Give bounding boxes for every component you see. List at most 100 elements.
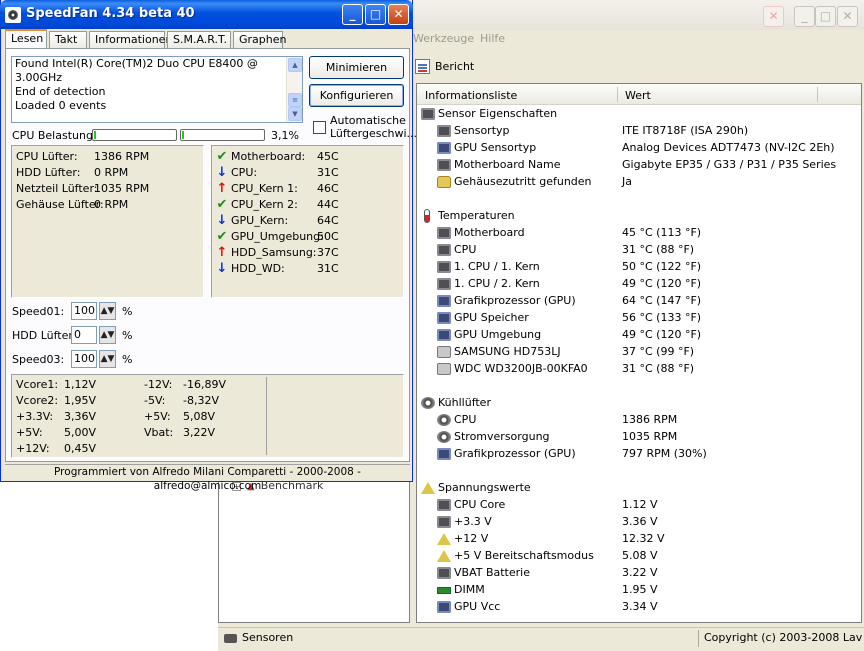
- temp-value: 50C: [317, 230, 339, 243]
- tab-graphen[interactable]: Graphen: [233, 31, 286, 48]
- voltage-label: Vcore2:: [16, 394, 59, 407]
- column-header-value[interactable]: Wert: [625, 89, 651, 102]
- tab-takt[interactable]: Takt: [49, 31, 87, 48]
- minimize-app-button[interactable]: Minimieren: [309, 56, 404, 79]
- configure-button[interactable]: Konfigurieren: [309, 84, 404, 107]
- tab-informationen[interactable]: Informationen: [89, 31, 172, 48]
- arrow-up-icon: ↑: [216, 181, 228, 196]
- chip-icon: [421, 108, 435, 120]
- speed03-label: Speed03:: [12, 353, 65, 366]
- info-row[interactable]: Gehäusezutritt gefunden Ja: [437, 174, 854, 190]
- info-row[interactable]: VBAT Batterie 3.22 V: [437, 565, 854, 581]
- cpu-core2-fill: [182, 131, 184, 139]
- maximize-button[interactable]: □: [365, 4, 386, 25]
- log-line: Loaded 0 events: [15, 99, 107, 112]
- minimize-button[interactable]: _: [342, 4, 363, 25]
- speed01-input[interactable]: 100: [71, 302, 97, 320]
- scroll-thumb[interactable]: ≡: [288, 93, 302, 107]
- info-row[interactable]: +3.3 V 3.36 V: [437, 514, 854, 530]
- info-label: Grafikprozessor (GPU): [454, 294, 576, 307]
- fan-label: Netzteil Lüfter:: [16, 182, 98, 195]
- column-divider[interactable]: [617, 87, 618, 102]
- report-button[interactable]: Bericht: [415, 58, 474, 76]
- scroll-up-icon[interactable]: ▲: [288, 58, 302, 72]
- info-row[interactable]: Grafikprozessor (GPU) 64 °C (147 °F): [437, 293, 854, 309]
- temp-label: CPU_Kern 1:: [231, 182, 298, 195]
- background-close-button[interactable]: ✕: [763, 6, 784, 27]
- voltage-icon: [437, 550, 451, 562]
- voltage-label: +3.3V:: [16, 410, 54, 423]
- info-row[interactable]: GPU Speicher 56 °C (133 °F): [437, 310, 854, 326]
- info-row[interactable]: 1. CPU / 2. Kern 49 °C (120 °F): [437, 276, 854, 292]
- group-title: Temperaturen: [438, 209, 515, 222]
- info-row[interactable]: DIMM 1.95 V: [437, 582, 854, 598]
- close-button[interactable]: ✕: [388, 4, 409, 25]
- speed03-spinner[interactable]: ▲▼: [99, 350, 116, 368]
- cpu-core2-bar: [180, 129, 265, 141]
- temp-label: HDD_WD:: [231, 262, 285, 275]
- speed03-input[interactable]: 100: [71, 350, 97, 368]
- checkmark-icon: ✔: [216, 229, 228, 244]
- background-minimize-button[interactable]: _: [794, 6, 815, 27]
- tab-smart[interactable]: S.M.A.R.T.: [167, 31, 231, 48]
- info-value: Ja: [622, 175, 632, 188]
- hdd-fan-spinner[interactable]: ▲▼: [99, 326, 116, 344]
- info-row[interactable]: +5 V Bereitschaftsmodus 5.08 V: [437, 548, 854, 564]
- chip-icon: [437, 567, 451, 579]
- speed01-spinner[interactable]: ▲▼: [99, 302, 116, 320]
- info-row[interactable]: GPU Sensortyp Analog Devices ADT7473 (NV-…: [437, 140, 854, 156]
- voltage-value: 3,36V: [64, 410, 97, 423]
- info-row[interactable]: Motherboard Name Gigabyte EP35 / G33 / P3…: [437, 157, 854, 173]
- chip-icon: [437, 499, 451, 511]
- speedfan-title-bar[interactable]: SpeedFan 4.34 beta 40 _ □ ✕: [0, 0, 413, 29]
- background-maximize-button[interactable]: □: [815, 6, 836, 27]
- voltage-label: +5V:: [16, 426, 43, 439]
- info-row[interactable]: GPU Umgebung 49 °C (120 °F): [437, 327, 854, 343]
- info-row[interactable]: CPU 31 °C (88 °F): [437, 242, 854, 258]
- hdd-fan-input[interactable]: 0: [71, 326, 97, 344]
- voltage-value: -8,32V: [183, 394, 219, 407]
- event-log[interactable]: Found Intel(R) Core(TM)2 Duo CPU E8400 @…: [11, 56, 303, 123]
- info-row[interactable]: 1. CPU / 1. Kern 50 °C (122 °F): [437, 259, 854, 275]
- info-label: CPU: [454, 413, 477, 426]
- info-row[interactable]: SAMSUNG HD753LJ 37 °C (99 °F): [437, 344, 854, 360]
- info-row[interactable]: Stromversorgung 1035 RPM: [437, 429, 854, 445]
- info-row[interactable]: Grafikprozessor (GPU) 797 RPM (30%): [437, 446, 854, 462]
- info-label: +3.3 V: [454, 515, 492, 528]
- voltage-label: +5V:: [144, 410, 171, 423]
- info-row[interactable]: WDC WD3200JB-00KFA0 31 °C (88 °F): [437, 361, 854, 377]
- info-row[interactable]: GPU Vcc 3.34 V: [437, 599, 854, 615]
- checkmark-icon: ✔: [216, 197, 228, 212]
- info-row[interactable]: Sensortyp ITE IT8718F (ISA 290h): [437, 123, 854, 139]
- info-value: 1.12 V: [622, 498, 658, 511]
- voltage-value: 5,00V: [64, 426, 97, 439]
- info-value: 12.32 V: [622, 532, 665, 545]
- info-value: 45 °C (113 °F): [622, 226, 702, 239]
- info-label: 1. CPU / 1. Kern: [454, 260, 540, 273]
- fan-value: 0 RPM: [94, 166, 129, 179]
- info-row[interactable]: Motherboard 45 °C (113 °F): [437, 225, 854, 241]
- column-header-name[interactable]: Informationsliste: [425, 89, 517, 102]
- column-divider[interactable]: [817, 87, 818, 102]
- info-row[interactable]: +12 V 12.32 V: [437, 531, 854, 547]
- fan-group: CPU Lüfter: 1386 RPM HDD Lüfter: 0 RPM N…: [11, 145, 204, 298]
- info-row[interactable]: CPU 1386 RPM: [437, 412, 854, 428]
- chip-icon: [437, 278, 451, 290]
- dimm-icon: [437, 587, 451, 594]
- scroll-down-icon[interactable]: ▼: [288, 107, 302, 121]
- fan-icon: [421, 397, 435, 409]
- status-left: Sensoren: [242, 631, 294, 644]
- log-scrollbar[interactable]: ▲ ≡ ▼: [286, 57, 302, 122]
- fan-icon: [437, 414, 451, 426]
- info-label: GPU Vcc: [454, 600, 501, 613]
- info-row[interactable]: CPU Core 1.12 V: [437, 497, 854, 513]
- info-list-pane[interactable]: Informationsliste Wert Sensor Eigenschaf…: [416, 83, 862, 623]
- background-close2-button[interactable]: ✕: [837, 6, 858, 27]
- auto-fan-checkbox[interactable]: [313, 121, 326, 134]
- menu-hilfe[interactable]: Hilfe: [480, 32, 505, 45]
- info-label: GPU Sensortyp: [454, 141, 537, 154]
- gpu-chip-icon: [437, 312, 451, 324]
- temp-label: HDD_Samsung:: [231, 246, 317, 259]
- menu-werkzeuge[interactable]: Werkzeuge: [413, 32, 474, 45]
- tab-lesen[interactable]: Lesen: [5, 29, 47, 49]
